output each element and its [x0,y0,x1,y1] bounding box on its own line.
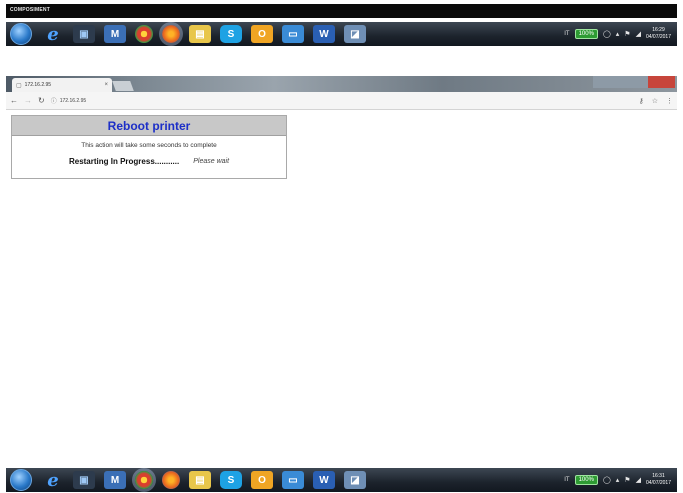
page-icon: ▢ [16,82,22,89]
progress-row: Restarting In Progress........... Please… [12,157,286,166]
firefox-icon[interactable] [162,471,180,489]
word-icon[interactable]: W [313,25,335,43]
magnifier-icon[interactable]: M [104,471,126,489]
close-window-button[interactable] [647,76,675,88]
chrome-icon[interactable] [135,25,153,43]
site-info-icon[interactable]: ⓘ [51,96,57,105]
word-icon[interactable]: W [313,471,335,489]
battery-indicator[interactable]: 100% [574,475,598,485]
window-title-strip: COMPOSIMENT [6,4,677,18]
magnifier-icon[interactable]: M [104,25,126,43]
volume-icon[interactable]: ◢ [636,30,641,38]
address-bar[interactable]: ⓘ 172.16.2.95 [51,96,87,106]
battery-indicator[interactable]: 100% [574,29,598,39]
minimize-button[interactable] [593,76,621,88]
browser-tools: ⚷ ☆ ⋮ [639,97,673,105]
back-arrow-icon[interactable]: ← [10,96,18,105]
flag-icon[interactable]: ⚑ [624,30,630,38]
system-tray: IT 100% ◯ ▴ ⚑ ◢ 16:29 04/07/2017 [564,27,677,41]
wait-message: Please wait [193,158,230,165]
clock-time: 16:31 [652,473,665,479]
flag-icon[interactable]: ⚑ [624,476,630,484]
reboot-panel: Reboot printer This action will take som… [11,115,287,179]
file-manager-icon[interactable]: ▤ [189,471,211,489]
clock-time: 16:29 [652,27,665,33]
skype-icon[interactable]: S [220,471,242,489]
chrome-icon[interactable] [135,471,153,489]
network-icon[interactable]: ◯ [603,476,611,484]
internet-explorer-icon[interactable]: e [42,24,64,45]
explorer-icon[interactable]: ▣ [73,25,95,43]
tab-title: 172.16.2.95 [24,82,52,88]
language-indicator[interactable]: IT [564,477,569,483]
language-indicator[interactable]: IT [564,31,569,37]
window-controls [593,76,675,88]
panel-body: This action will take some seconds to co… [12,136,286,166]
window-title-text: COMPOSIMENT [10,7,50,13]
tab-bar: ▢ 172.16.2.95 × [6,76,677,92]
clock-date: 04/07/2017 [645,480,671,486]
close-tab-icon[interactable]: × [104,82,108,88]
key-icon[interactable]: ⚷ [639,97,644,105]
browser-toolbar: ← → ↻ ⓘ 172.16.2.95 ⚷ ☆ ⋮ [6,92,677,110]
network-icon[interactable]: ◯ [603,30,611,38]
taskbar-top: e ▣ M ▤ S O ▭ W ◪ IT 100% ◯ ▴ ⚑ ◢ 16:29 … [6,22,677,46]
file-manager-icon[interactable]: ▤ [189,25,211,43]
reload-icon[interactable]: ↻ [38,96,45,105]
internet-explorer-icon[interactable]: e [42,470,64,491]
remote-desktop-icon[interactable]: ▭ [282,471,304,489]
browser-window: ▢ 172.16.2.95 × ← → ↻ ⓘ 172.16.2.95 ⚷ ☆ … [6,76,677,110]
maximize-button[interactable] [620,76,648,88]
arrow-up-icon[interactable]: ▴ [616,30,620,38]
progress-status: Restarting In Progress........... [68,157,180,166]
start-button[interactable] [10,23,32,45]
volume-icon[interactable]: ◢ [636,476,641,484]
forward-arrow-icon[interactable]: → [24,96,32,105]
new-tab-button[interactable] [112,81,134,91]
outlook-icon[interactable]: O [251,471,273,489]
start-button[interactable] [10,469,32,491]
skype-icon[interactable]: S [220,25,242,43]
system-tray: IT 100% ◯ ▴ ⚑ ◢ 16:31 04/07/2017 [564,473,677,487]
info-message: This action will take some seconds to co… [81,142,217,149]
star-icon[interactable]: ☆ [652,97,658,105]
clock[interactable]: 16:29 04/07/2017 [646,27,671,41]
panel-title: Reboot printer [12,116,286,136]
clock[interactable]: 16:31 04/07/2017 [646,473,671,487]
taskbar-bottom: e ▣ M ▤ S O ▭ W ◪ IT 100% ◯ ▴ ⚑ ◢ 16:31 … [6,468,677,492]
menu-icon[interactable]: ⋮ [666,97,673,105]
app-icon[interactable]: ◪ [344,471,366,489]
browser-tab[interactable]: ▢ 172.16.2.95 × [12,78,112,92]
remote-desktop-icon[interactable]: ▭ [282,25,304,43]
clock-date: 04/07/2017 [645,34,671,40]
app-icon[interactable]: ◪ [344,25,366,43]
explorer-icon[interactable]: ▣ [73,471,95,489]
arrow-up-icon[interactable]: ▴ [616,476,620,484]
address-url: 172.16.2.95 [59,97,87,104]
firefox-icon[interactable] [162,25,180,43]
outlook-icon[interactable]: O [251,25,273,43]
